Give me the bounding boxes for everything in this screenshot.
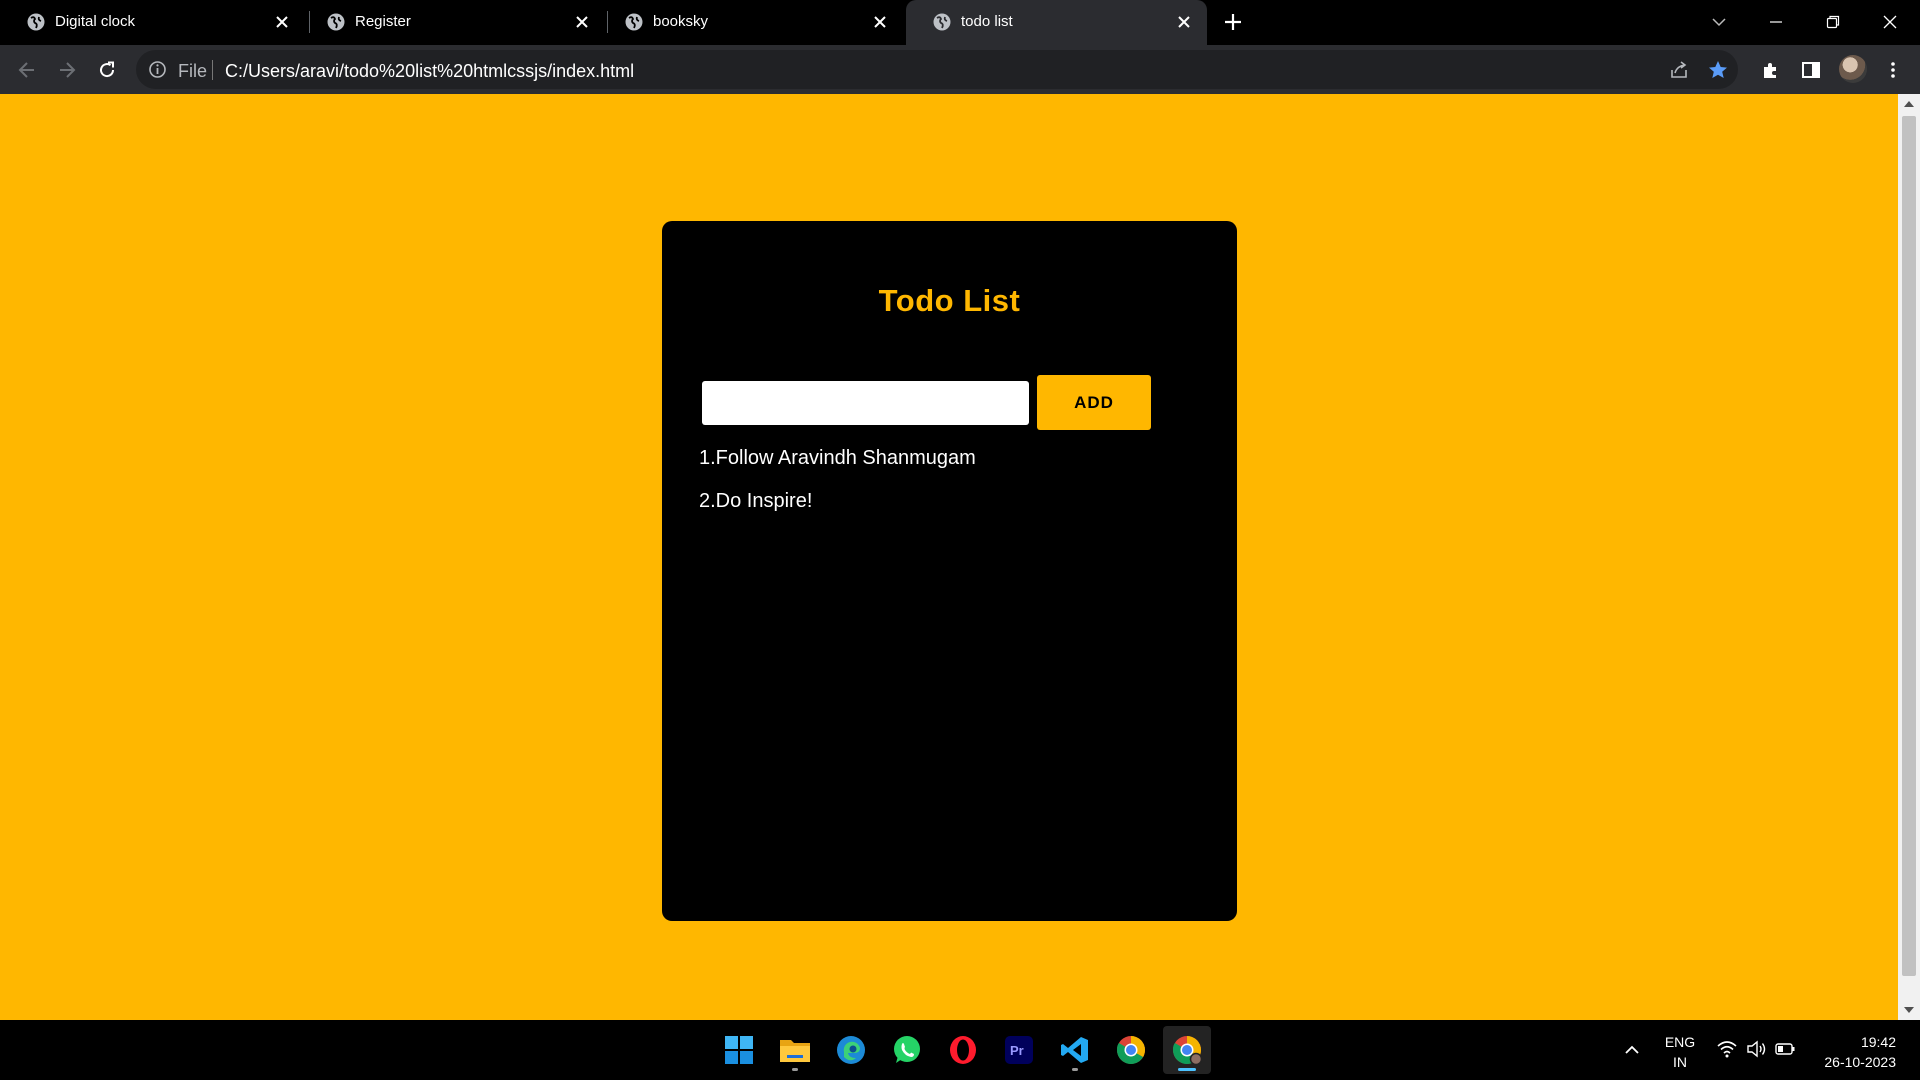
- arrow-left-icon: [18, 62, 34, 78]
- clock-time: 19:42: [1860, 1034, 1896, 1050]
- close-tab-icon[interactable]: [871, 13, 889, 31]
- opera-icon: [950, 1036, 976, 1064]
- add-button[interactable]: ADD: [1037, 375, 1151, 430]
- file-explorer-icon: [780, 1040, 810, 1062]
- url-text[interactable]: C:/Users/aravi/todo%20list%20htmlcssjs/i…: [225, 61, 634, 82]
- taskbar-chrome[interactable]: [1107, 1026, 1155, 1074]
- battery-icon[interactable]: [1774, 1038, 1796, 1060]
- windows-taskbar: Pr ENG IN 19:42 26-10-2023: [0, 1020, 1920, 1080]
- todo-list: 1.Follow Aravindh Shanmugam 2.Do Inspire…: [699, 447, 976, 533]
- todo-item[interactable]: 2.Do Inspire!: [699, 490, 976, 533]
- taskbar-premiere-pro[interactable]: Pr: [995, 1026, 1043, 1074]
- close-icon: [1883, 15, 1897, 29]
- chrome-profile-icon: [1173, 1036, 1202, 1065]
- menu-button[interactable]: [1880, 57, 1906, 83]
- scroll-down-arrow-icon[interactable]: [1904, 1007, 1914, 1013]
- info-icon[interactable]: [148, 60, 167, 79]
- svg-text:Pr: Pr: [1010, 1043, 1024, 1058]
- browser-toolbar: File C:/Users/aravi/todo%20list%20htmlcs…: [0, 45, 1920, 94]
- side-panel-button[interactable]: [1798, 57, 1824, 83]
- start-button[interactable]: [715, 1026, 763, 1074]
- tab-title: todo list: [961, 13, 1013, 30]
- tab-strip: Digital clock Register booksky todo list: [0, 0, 1920, 45]
- reload-button[interactable]: [94, 57, 120, 83]
- tab-register[interactable]: Register: [300, 0, 605, 45]
- chrome-icon: [1117, 1036, 1145, 1064]
- address-divider: [212, 60, 213, 80]
- reload-icon: [100, 61, 115, 78]
- side-panel-icon: [1802, 62, 1820, 78]
- taskbar-edge[interactable]: [827, 1026, 875, 1074]
- scheme-label: File: [178, 61, 208, 81]
- language-code: ENG: [1664, 1034, 1696, 1050]
- tab-digital-clock[interactable]: Digital clock: [0, 0, 305, 45]
- globe-icon: [27, 13, 45, 31]
- todo-input[interactable]: [702, 381, 1029, 425]
- forward-button[interactable]: [54, 57, 80, 83]
- taskbar-file-explorer[interactable]: [771, 1026, 819, 1074]
- back-button[interactable]: [14, 57, 40, 83]
- todo-item[interactable]: 1.Follow Aravindh Shanmugam: [699, 447, 976, 490]
- bookmark-star-icon[interactable]: [1707, 59, 1729, 81]
- tab-todo-list[interactable]: todo list: [906, 0, 1207, 45]
- address-bar[interactable]: File C:/Users/aravi/todo%20list%20htmlcs…: [136, 50, 1738, 89]
- tab-title: Digital clock: [55, 13, 136, 30]
- running-indicator: [792, 1068, 798, 1071]
- restore-button[interactable]: [1819, 8, 1847, 36]
- edge-icon: [837, 1036, 865, 1064]
- scroll-up-arrow-icon[interactable]: [1904, 101, 1914, 107]
- vscode-icon: [1061, 1037, 1088, 1063]
- page-viewport: Todo List ADD 1.Follow Aravindh Shanmuga…: [0, 94, 1898, 1020]
- page-scrollbar[interactable]: [1898, 94, 1920, 1020]
- globe-icon: [327, 13, 345, 31]
- arrow-right-icon: [60, 62, 76, 78]
- start-icon: [725, 1036, 753, 1064]
- close-tab-icon[interactable]: [273, 13, 291, 31]
- more-vert-icon: [1891, 62, 1895, 78]
- wifi-icon[interactable]: [1716, 1038, 1738, 1060]
- close-tab-icon[interactable]: [1175, 13, 1193, 31]
- restore-icon: [1826, 15, 1840, 29]
- volume-icon[interactable]: [1746, 1038, 1768, 1060]
- whatsapp-icon: [894, 1036, 920, 1063]
- taskbar-opera[interactable]: [939, 1026, 987, 1074]
- chevron-up-icon[interactable]: [1620, 1038, 1644, 1062]
- language-region: IN: [1673, 1054, 1687, 1070]
- premiere-pro-icon: Pr: [1005, 1036, 1033, 1064]
- language-indicator[interactable]: ENG IN: [1662, 1032, 1698, 1072]
- minimize-icon: [1770, 21, 1782, 23]
- todo-card: Todo List ADD 1.Follow Aravindh Shanmuga…: [662, 221, 1237, 921]
- page-title: Todo List: [878, 283, 1021, 318]
- scrollbar-thumb[interactable]: [1902, 116, 1916, 976]
- tab-title: Register: [355, 13, 411, 30]
- puzzle-icon: [1764, 63, 1776, 78]
- profile-avatar[interactable]: [1839, 55, 1867, 83]
- globe-icon: [933, 13, 951, 31]
- extensions-button[interactable]: [1758, 57, 1784, 83]
- clock-date: 26-10-2023: [1824, 1054, 1896, 1070]
- tab-search-button[interactable]: [1705, 8, 1733, 36]
- close-tab-icon[interactable]: [573, 13, 591, 31]
- system-clock[interactable]: 19:42 26-10-2023: [1810, 1032, 1896, 1072]
- minimize-button[interactable]: [1762, 8, 1790, 36]
- active-indicator: [1178, 1068, 1196, 1071]
- chevron-down-icon: [1712, 18, 1726, 27]
- globe-icon: [625, 13, 643, 31]
- taskbar-vscode[interactable]: [1051, 1026, 1099, 1074]
- new-tab-icon[interactable]: [1222, 11, 1244, 33]
- share-icon[interactable]: [1668, 59, 1690, 81]
- tab-booksky[interactable]: booksky: [598, 0, 903, 45]
- tab-title: booksky: [653, 13, 709, 30]
- close-window-button[interactable]: [1876, 8, 1904, 36]
- taskbar-chrome-profile[interactable]: [1163, 1026, 1211, 1074]
- taskbar-whatsapp[interactable]: [883, 1026, 931, 1074]
- running-indicator: [1072, 1068, 1078, 1071]
